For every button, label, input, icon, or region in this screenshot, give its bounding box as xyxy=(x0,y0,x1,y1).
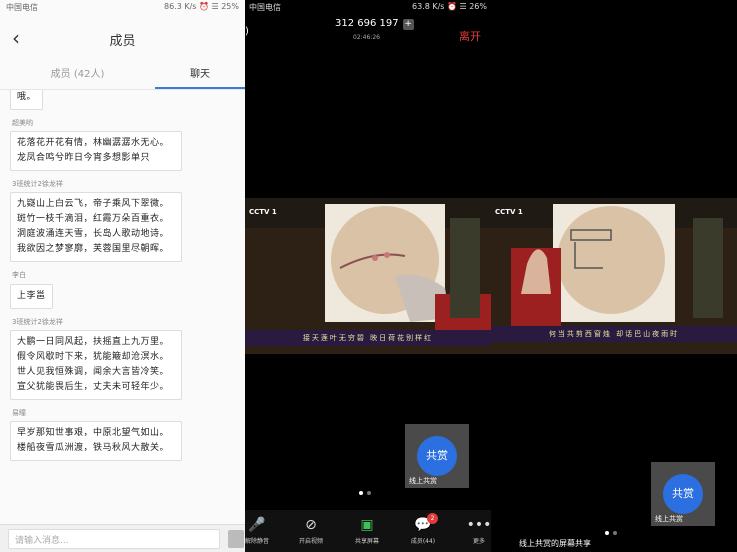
channel-logo: CCTV 1 xyxy=(495,208,523,216)
tool-label: 更多 xyxy=(472,538,485,545)
status-bar: 中国电信 63.8 K/s ⏰ ☰ 26% xyxy=(245,0,491,14)
status-carrier: 中国电信 xyxy=(6,3,38,12)
screen-share-icon: ▣ xyxy=(360,517,374,533)
message-sender: 3班统计2徐龙祥 xyxy=(12,180,63,188)
message-input-bar: 请输入消息... xyxy=(0,524,245,552)
shared-video: CCTV 1 接天莲叶无穷碧 映日荷花别样红 xyxy=(245,198,491,354)
tab-chat[interactable]: 聊天 xyxy=(155,64,245,89)
back-arrow-icon[interactable]: ‹ xyxy=(12,26,20,50)
meeting-panel: 中国电信 63.8 K/s ⏰ ☰ 26% ) 312 696 197 + 02:… xyxy=(245,0,491,552)
status-carrier: 中国电信 xyxy=(249,3,281,12)
status-indicators: 63.8 K/s ⏰ ☰ 26% xyxy=(411,2,487,11)
members-button[interactable]: 💬 2 成员(44) xyxy=(401,513,445,545)
shared-video: CCTV 1 何当共剪西窗烛 却话巴山夜雨时 xyxy=(491,198,737,354)
share-tile[interactable]: 共赏 线上共赏 xyxy=(651,462,715,526)
page-indicator xyxy=(357,480,373,499)
add-icon[interactable]: + xyxy=(402,19,414,30)
page-dot xyxy=(367,491,371,495)
more-icon: ••• xyxy=(466,517,491,533)
share-label: 线上共赏 xyxy=(409,477,437,485)
mic-icon: 🎤 xyxy=(248,517,266,533)
message-sender: 超美哟 xyxy=(12,119,33,127)
meeting-toolbar: 🎤 解除静音 ⊘ 开启视频 ▣ 共享屏幕 💬 2 成员(44) ••• 更多 xyxy=(245,510,491,552)
message-sender: 李白 xyxy=(12,271,26,279)
share-screen-button[interactable]: ▣ 共享屏幕 xyxy=(345,516,389,545)
share-tile[interactable]: 共赏 线上共赏 xyxy=(405,424,469,488)
mute-button[interactable]: 🎤 解除静音 xyxy=(245,516,279,545)
meeting-timer: 02:46:26 xyxy=(353,34,380,41)
message-sender: 易瞳 xyxy=(12,409,26,417)
tool-label: 开启视频 xyxy=(298,538,323,545)
message-sender: 3班统计2徐龙祥 xyxy=(12,318,63,326)
message-item: 易瞳 早岁那知世事艰，中原北望气如山。楼船夜雪瓜洲渡，铁马秋风大散关。 xyxy=(0,408,245,461)
page-dot-active xyxy=(359,491,363,495)
leave-button[interactable]: 离开 xyxy=(459,28,481,44)
camera-off-icon: ⊘ xyxy=(305,517,317,533)
page-title: 成员 xyxy=(109,33,136,49)
members-icon: 💬 xyxy=(414,517,432,533)
message-item: 超美哟 花落花开花有情，林幽潺潺水无心。龙凤合鸣兮昨日今宵多想影单只 xyxy=(0,118,245,171)
status-bar: 中国电信 86.3 K/s ⏰ ☰ 25% xyxy=(0,0,245,14)
video-caption: 接天莲叶无穷碧 映日荷花别样红 xyxy=(245,330,491,346)
message-item: 李白 上李邕 xyxy=(0,270,245,309)
nav-bar: ‹ 成员 xyxy=(0,14,245,64)
tool-label: 共享屏幕 xyxy=(354,538,379,545)
meeting-header: ) 312 696 197 + 02:46:26 离开 xyxy=(245,14,491,50)
page-dot xyxy=(613,531,617,535)
tool-label: 成员(44) xyxy=(410,538,436,545)
notification-badge: 2 xyxy=(427,513,438,524)
share-status-text: 线上共赏的屏幕共享 xyxy=(491,536,737,552)
status-indicators: 86.3 K/s ⏰ ☰ 25% xyxy=(163,2,239,11)
video-button[interactable]: ⊘ 开启视频 xyxy=(289,516,333,545)
message-bubble: 哦。 xyxy=(10,90,44,110)
meeting-id: 312 696 197 xyxy=(335,18,399,29)
message-bubble: 上李邕 xyxy=(10,284,53,309)
share-label: 线上共赏 xyxy=(655,515,683,523)
speaker-icon[interactable]: ) xyxy=(245,26,249,37)
share-view-panel: CCTV 1 何当共剪西窗烛 却话巴山夜雨时 共赏 线上共赏 线上共赏的屏幕共享 xyxy=(491,0,737,552)
message-input[interactable]: 请输入消息... xyxy=(8,529,220,549)
share-avatar[interactable]: 共赏 xyxy=(417,436,457,476)
message-bubble: 九嶷山上白云飞，帝子乘风下翠微。斑竹一枝千滴泪，红霞万朵百重衣。洞庭波涌连天雪，… xyxy=(10,192,182,262)
message-item: 哦。 xyxy=(0,90,245,110)
chat-panel: 中国电信 86.3 K/s ⏰ ☰ 25% ‹ 成员 成员 (42人) 聊天 哦… xyxy=(0,0,245,552)
message-bubble: 早岁那知世事艰，中原北望气如山。楼船夜雪瓜洲渡，铁马秋风大散关。 xyxy=(10,421,182,461)
message-item: 3班统计2徐龙祥 九嶷山上白云飞，帝子乘风下翠微。斑竹一枝千滴泪，红霞万朵百重衣… xyxy=(0,179,245,262)
message-list[interactable]: 哦。 超美哟 花落花开花有情，林幽潺潺水无心。龙凤合鸣兮昨日今宵多想影单只 3班… xyxy=(0,90,245,524)
send-button[interactable] xyxy=(228,530,244,548)
more-button[interactable]: ••• 更多 xyxy=(457,516,491,545)
message-bubble: 花落花开花有情，林幽潺潺水无心。龙凤合鸣兮昨日今宵多想影单只 xyxy=(10,131,182,171)
tab-bar: 成员 (42人) 聊天 xyxy=(0,64,245,90)
message-bubble: 大鹏一日同风起，扶摇直上九万里。假令风歇时下来，犹能簸却沧溟水。世人见我恒殊调，… xyxy=(10,330,182,400)
page-dot-active xyxy=(605,531,609,535)
tab-members[interactable]: 成员 (42人) xyxy=(0,64,155,89)
share-avatar[interactable]: 共赏 xyxy=(663,474,703,514)
message-item: 3班统计2徐龙祥 大鹏一日同风起，扶摇直上九万里。假令风歇时下来，犹能簸却沧溟水… xyxy=(0,317,245,400)
channel-logo: CCTV 1 xyxy=(249,208,277,216)
tool-label: 解除静音 xyxy=(245,538,269,545)
video-caption: 何当共剪西窗烛 却话巴山夜雨时 xyxy=(491,326,737,342)
